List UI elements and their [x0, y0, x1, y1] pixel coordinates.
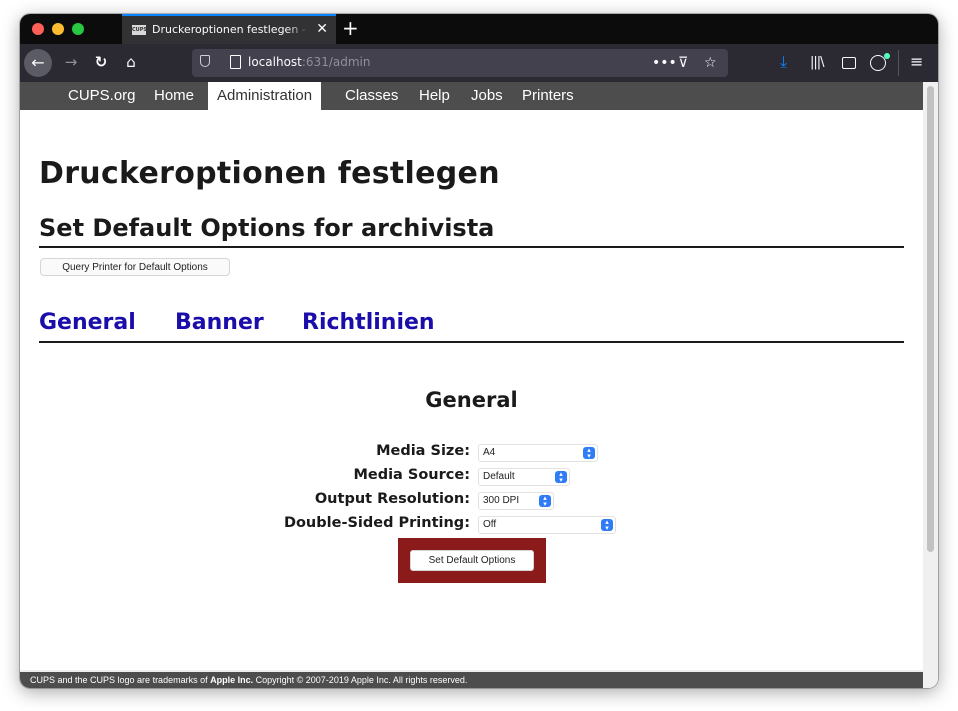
reload-icon[interactable]: ↻: [90, 52, 112, 72]
page-viewport: CUPS.org Home Administration Classes Hel…: [20, 82, 938, 688]
media-size-label: Media Size:: [376, 443, 470, 459]
url-text[interactable]: localhost:631/admin: [248, 55, 370, 69]
chevron-updown-icon: ▴ ▾: [583, 447, 595, 460]
nav-jobs[interactable]: Jobs: [471, 82, 503, 110]
close-tab-icon[interactable]: ✕: [316, 21, 328, 37]
chevron-updown-icon: ▴ ▾: [555, 471, 567, 484]
nav-classes[interactable]: Classes: [345, 82, 398, 110]
new-tab-icon[interactable]: +: [342, 17, 359, 39]
nav-help[interactable]: Help: [419, 82, 450, 110]
back-arrow-icon[interactable]: ←: [24, 49, 52, 77]
tracking-protection-shield-icon[interactable]: [200, 55, 210, 67]
sidebar-icon[interactable]: [842, 57, 856, 69]
browser-window: CUPS Druckeroptionen festlegen - CUPS ✕ …: [20, 14, 938, 688]
footer-company: Apple Inc.: [210, 675, 254, 685]
toolbar-separator: [898, 50, 899, 76]
footer-prefix: CUPS and the CUPS logo are trademarks of: [30, 675, 208, 685]
chevron-updown-icon: ▴ ▾: [539, 495, 551, 508]
footer-text: CUPS and the CUPS logo are trademarks of…: [30, 675, 467, 685]
tab-title: Druckeroptionen festlegen - CUPS: [152, 23, 310, 36]
browser-tab-active[interactable]: CUPS Druckeroptionen festlegen - CUPS ✕: [122, 14, 336, 44]
query-printer-button[interactable]: Query Printer for Default Options: [40, 258, 230, 276]
media-source-select[interactable]: Default ▴ ▾: [478, 468, 570, 486]
double-sided-value: Off: [483, 519, 497, 530]
submit-highlight-frame: Set Default Options: [398, 538, 546, 583]
media-source-value: Default: [483, 471, 515, 482]
url-host: localhost: [248, 55, 302, 69]
library-icon[interactable]: |||\: [810, 54, 824, 72]
footer: CUPS and the CUPS logo are trademarks of…: [20, 670, 923, 688]
tab-strip: CUPS Druckeroptionen festlegen - CUPS ✕ …: [20, 14, 938, 44]
tab-richtlinien[interactable]: Richtlinien: [302, 310, 435, 335]
pocket-icon[interactable]: ⊽: [678, 54, 688, 72]
output-resolution-value: 300 DPI: [483, 495, 520, 506]
page-actions-ellipsis-icon[interactable]: •••: [652, 54, 677, 72]
browser-toolbar: ← → ↻ ⌂ localhost:631/admin ••• ⊽ ☆ ⤓ ||…: [20, 44, 938, 82]
zoom-window-button[interactable]: [72, 23, 84, 35]
tabs-divider: [39, 341, 904, 343]
account-sync-dot: [884, 53, 890, 59]
page-info-icon[interactable]: [230, 55, 241, 69]
vertical-scrollbar[interactable]: [923, 82, 938, 688]
subtitle-divider: [39, 246, 904, 248]
minimize-window-button[interactable]: [52, 23, 64, 35]
tab-general[interactable]: General: [39, 310, 136, 335]
section-title: General: [425, 388, 518, 412]
double-sided-select[interactable]: Off ▴ ▾: [478, 516, 616, 534]
double-sided-label: Double-Sided Printing:: [283, 515, 470, 531]
home-icon[interactable]: ⌂: [120, 52, 142, 72]
cups-favicon-icon: CUPS: [132, 25, 147, 35]
forward-arrow-icon[interactable]: →: [60, 52, 82, 72]
nav-printers[interactable]: Printers: [522, 82, 574, 110]
set-default-options-button[interactable]: Set Default Options: [410, 550, 534, 571]
bookmark-star-icon[interactable]: ☆: [704, 54, 717, 72]
page-title: Druckeroptionen festlegen: [39, 156, 500, 191]
chevron-updown-icon: ▴ ▾: [601, 519, 613, 532]
nav-administration[interactable]: Administration: [208, 82, 322, 110]
close-window-button[interactable]: [32, 23, 44, 35]
url-path: :631/admin: [301, 55, 371, 69]
output-resolution-label: Output Resolution:: [314, 491, 470, 507]
tab-banner[interactable]: Banner: [175, 310, 264, 335]
media-source-label: Media Source:: [353, 467, 470, 483]
scrollbar-thumb[interactable]: [927, 86, 934, 552]
hamburger-menu-icon[interactable]: ≡: [910, 53, 923, 71]
page-subtitle: Set Default Options for archivista: [39, 214, 495, 242]
media-size-value: A4: [483, 447, 496, 458]
footer-copyright: Copyright © 2007-2019 Apple Inc. All rig…: [255, 675, 468, 685]
url-bar[interactable]: localhost:631/admin ••• ⊽ ☆: [192, 49, 728, 77]
nav-cups-org[interactable]: CUPS.org: [68, 82, 136, 110]
media-size-select[interactable]: A4 ▴ ▾: [478, 444, 598, 462]
cups-navbar: CUPS.org Home Administration Classes Hel…: [20, 82, 923, 110]
output-resolution-select[interactable]: 300 DPI ▴ ▾: [478, 492, 554, 510]
download-icon[interactable]: ⤓: [780, 53, 787, 71]
nav-home[interactable]: Home: [154, 82, 194, 110]
